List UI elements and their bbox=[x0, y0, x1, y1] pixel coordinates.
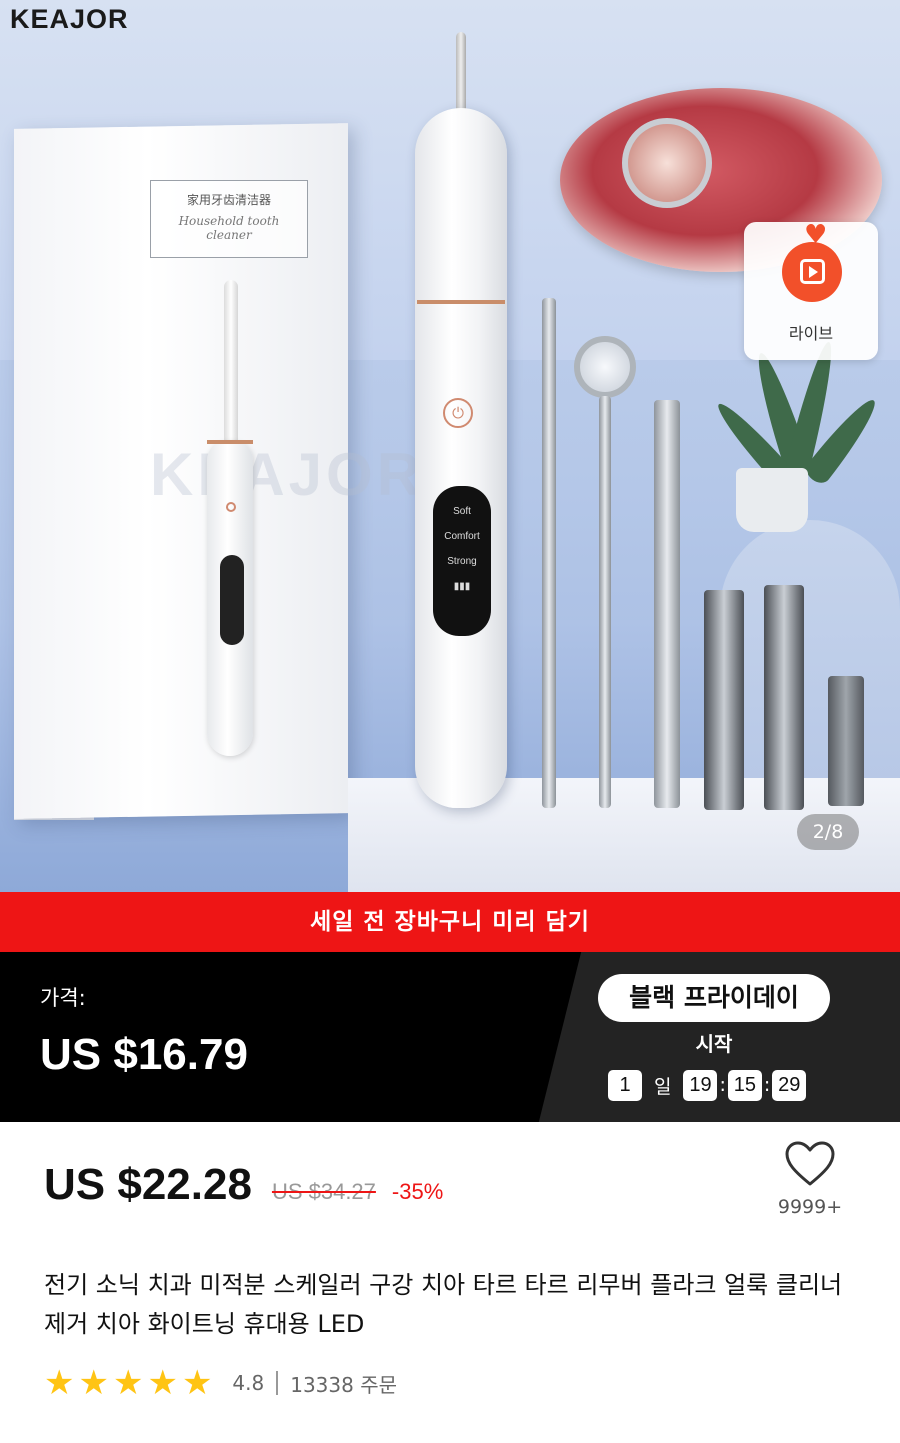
mode-strong: Strong bbox=[447, 556, 477, 567]
heart-icon: ♥ bbox=[804, 220, 828, 250]
brand-logo: KEAJOR bbox=[10, 4, 129, 34]
wishlist-button[interactable]: 9999+ bbox=[770, 1140, 850, 1240]
star-icon: ★ bbox=[181, 1363, 213, 1403]
countdown-separator: : bbox=[719, 1074, 726, 1096]
product-title: 전기 소닉 치과 미적분 스케일러 구강 치아 타르 타르 리무버 플라크 얼룩… bbox=[44, 1271, 843, 1338]
dental-mirror bbox=[599, 396, 611, 808]
star-icon: ★ bbox=[44, 1363, 75, 1403]
plant-pot bbox=[736, 468, 808, 532]
mode-soft: Soft bbox=[453, 506, 471, 517]
box-label-cn: 家用牙齿清洁器 bbox=[186, 193, 271, 207]
live-label: 라이브 bbox=[788, 324, 834, 343]
deal-block: 가격: US $16.79 블랙 프라이데이 시작 1 일 19 : 15 : … bbox=[0, 952, 900, 1122]
inset-mirror bbox=[622, 118, 712, 208]
countdown-day-unit: 일 bbox=[654, 1075, 672, 1098]
dental-probe bbox=[542, 298, 556, 808]
heart-outline-icon bbox=[785, 1141, 835, 1186]
price-row: US $22.28 US $34.27 -35% bbox=[44, 1160, 443, 1210]
scaler-screen: Soft Comfort Strong ▮▮▮ bbox=[433, 486, 491, 636]
star-rating: ★ ★ ★ ★ ★ bbox=[44, 1366, 216, 1400]
box-label-en: Household tooth cleaner bbox=[178, 214, 280, 242]
countdown-seconds: 29 bbox=[772, 1069, 807, 1101]
star-icon: ★ bbox=[112, 1363, 144, 1403]
wrench bbox=[828, 676, 864, 806]
rating-row[interactable]: ★ ★ ★ ★ ★ 4.8 13338 주문 bbox=[44, 1366, 397, 1400]
event-start-label: 시작 bbox=[695, 1032, 733, 1056]
countdown-minutes: 15 bbox=[727, 1069, 762, 1101]
countdown-timer: 1 일 19 : 15 : 29 bbox=[608, 1068, 807, 1102]
box-device-ring bbox=[207, 440, 253, 444]
scaler-tip bbox=[456, 32, 466, 114]
countdown-days: 1 bbox=[608, 1069, 642, 1101]
tweezers bbox=[654, 400, 680, 808]
image-counter: 2/8 bbox=[797, 814, 859, 850]
countdown-separator: : bbox=[763, 1074, 771, 1096]
wishlist-count: 9999+ bbox=[777, 1196, 843, 1218]
box-device-button bbox=[226, 502, 236, 512]
event-badge: 블랙 프라이데이 bbox=[598, 974, 830, 1022]
power-icon: ⏻ bbox=[443, 398, 473, 428]
scaler-ring bbox=[417, 300, 505, 304]
product-image[interactable]: KEAJOR 家用牙齿清洁器 Household tooth cleaner K… bbox=[0, 0, 900, 892]
rating-value: 4.8 bbox=[232, 1371, 265, 1395]
dental-mirror-head bbox=[574, 336, 636, 398]
current-price: US $22.28 bbox=[44, 1160, 252, 1209]
promo-banner[interactable]: 세일 전 장바구니 미리 담기 bbox=[0, 892, 900, 952]
original-price: US $34.27 bbox=[271, 1179, 376, 1204]
star-icon: ★ bbox=[147, 1363, 178, 1403]
scaler-device bbox=[415, 108, 507, 808]
deal-price-label: 가격: bbox=[40, 986, 86, 1010]
box-device-tip bbox=[224, 280, 238, 450]
scaler-tip-2 bbox=[764, 585, 804, 810]
scaler-tip-1 bbox=[704, 590, 744, 810]
box-watermark: KEAJOR bbox=[150, 441, 425, 508]
mode-comfort: Comfort bbox=[444, 531, 480, 542]
live-button[interactable]: ♥ 라이브 bbox=[744, 222, 878, 360]
box-label: 家用牙齿清洁器 Household tooth cleaner bbox=[150, 180, 308, 258]
order-count: 13338 주문 bbox=[290, 1372, 398, 1397]
live-play-icon bbox=[800, 259, 825, 284]
countdown-hours: 19 bbox=[683, 1069, 718, 1101]
discount-badge: -35% bbox=[391, 1179, 444, 1204]
battery-icon: ▮▮▮ bbox=[453, 581, 471, 592]
divider bbox=[276, 1371, 279, 1395]
box-device-screen bbox=[220, 555, 244, 645]
deal-price: US $16.79 bbox=[40, 1030, 248, 1079]
star-icon: ★ bbox=[78, 1363, 109, 1403]
